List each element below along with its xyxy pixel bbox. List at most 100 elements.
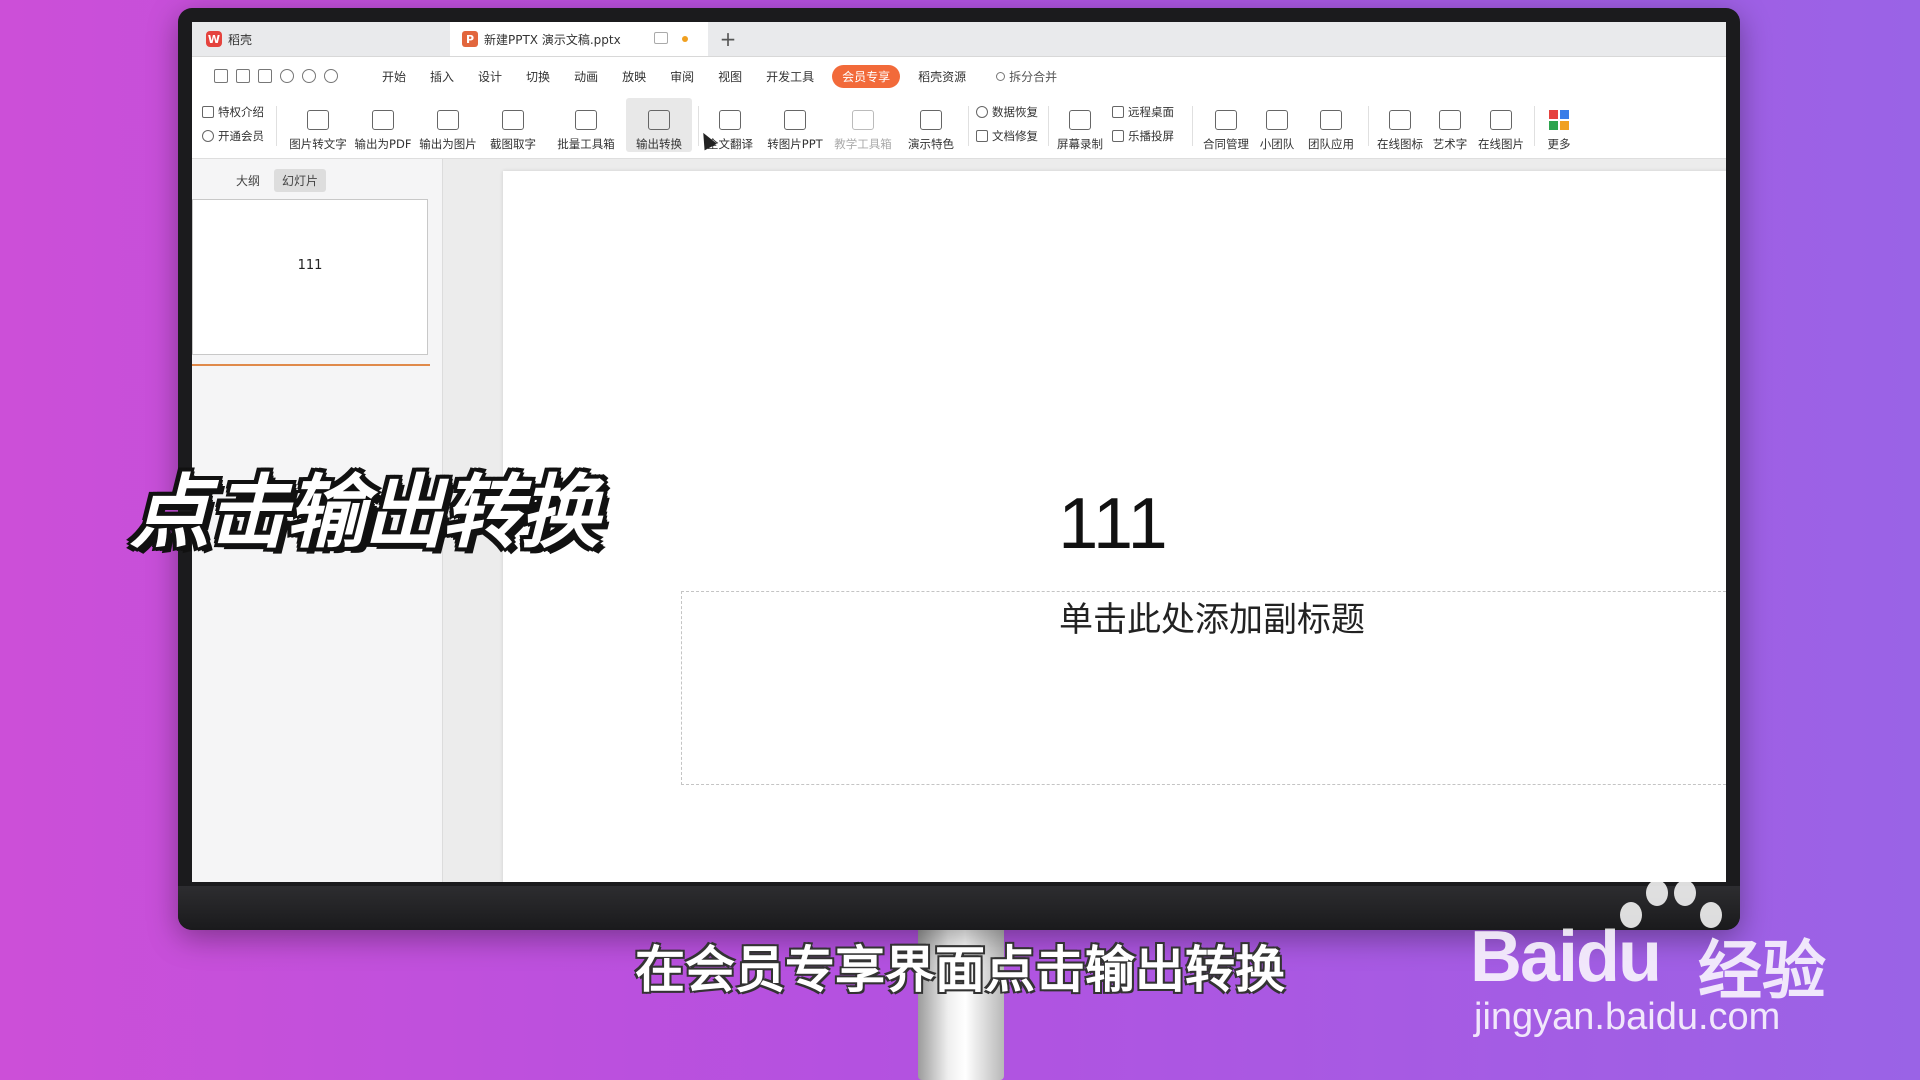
- menu-search[interactable]: 拆分合并: [978, 68, 1057, 85]
- image-ppt-icon: [784, 110, 806, 130]
- word-art-button[interactable]: 艺术字: [1430, 98, 1470, 152]
- watermark-url: jingyan.baidu.com: [1474, 996, 1781, 1038]
- cast-icon: [1112, 130, 1124, 142]
- team-apps-button[interactable]: 团队应用: [1302, 98, 1360, 152]
- repair-icon: [976, 130, 988, 142]
- export-image-label: 输出为图片: [419, 137, 477, 151]
- to-image-ppt-label: 转图片PPT: [767, 137, 823, 151]
- teaching-toolbox-button[interactable]: 教学工具箱: [832, 98, 894, 152]
- recovery-icon: [976, 106, 988, 118]
- menu-search-label: 拆分合并: [1009, 69, 1058, 84]
- word-art-label: 艺术字: [1432, 137, 1468, 151]
- online-image-icon: [1490, 110, 1512, 130]
- screen-record-label: 屏幕录制: [1057, 137, 1103, 151]
- team-apps-label: 团队应用: [1308, 137, 1354, 151]
- slide-thumbnail-text: 111: [297, 258, 323, 273]
- batch-toolbox-button[interactable]: 批量工具箱: [552, 98, 620, 152]
- comment-icon[interactable]: [654, 32, 668, 44]
- screen-cast-button[interactable]: 乐播投屏: [1112, 128, 1174, 144]
- watermark-brand-bai: Bai: [1470, 917, 1578, 997]
- privilege-intro-label: 特权介绍: [218, 105, 264, 119]
- data-recovery-button[interactable]: 数据恢复: [976, 104, 1038, 120]
- screenshot-ocr-button[interactable]: 截图取字: [484, 98, 542, 152]
- batch-toolbox-label: 批量工具箱: [557, 137, 615, 151]
- menu-start[interactable]: 开始: [370, 68, 418, 85]
- small-team-button[interactable]: 小团队: [1256, 98, 1298, 152]
- screen-record-icon: [1069, 110, 1091, 130]
- document-icon: [202, 106, 214, 118]
- slide-title[interactable]: 111: [503, 483, 1723, 565]
- slide[interactable]: 111 单击此处添加副标题: [503, 171, 1726, 882]
- menu-transition[interactable]: 切换: [514, 68, 562, 85]
- slide-thumbnail[interactable]: 111: [192, 199, 428, 355]
- menu-member-exclusive[interactable]: 会员专享: [832, 64, 901, 88]
- image-icon: [437, 110, 459, 130]
- menu-slideshow[interactable]: 放映: [610, 68, 658, 85]
- to-image-ppt-button[interactable]: 转图片PPT: [764, 98, 826, 152]
- menu-bar: 开始 插入 设计 切换 动画 放映 审阅 视图 开发工具 会员专享 稻壳资源 拆…: [192, 56, 1726, 96]
- word-art-icon: [1439, 110, 1461, 130]
- ribbon-divider: [1192, 106, 1193, 146]
- tab-outline[interactable]: 大纲: [228, 169, 268, 192]
- small-team-label: 小团队: [1259, 137, 1295, 151]
- more-button[interactable]: 更多: [1542, 98, 1576, 152]
- export-image-button[interactable]: 输出为图片: [418, 98, 478, 152]
- slide-insert-marker: [192, 364, 430, 366]
- online-images-button[interactable]: 在线图片: [1474, 98, 1528, 152]
- open-membership-label: 开通会员: [218, 129, 264, 143]
- shapes-icon: [1389, 110, 1411, 130]
- presentation-features-label: 演示特色: [908, 137, 954, 151]
- contract-management-button[interactable]: 合同管理: [1200, 98, 1252, 152]
- tab-bar: W 稻壳 P 新建PPTX 演示文稿.pptx +: [192, 22, 1726, 57]
- text-capture-icon: [502, 110, 524, 130]
- output-convert-label: 输出转换: [636, 137, 682, 151]
- print-icon[interactable]: [258, 69, 272, 83]
- remote-desktop-button[interactable]: 远程桌面: [1112, 104, 1174, 120]
- image-to-text-label: 图片转文字: [289, 137, 347, 151]
- ribbon-divider: [1048, 106, 1049, 146]
- contract-management-label: 合同管理: [1203, 137, 1249, 151]
- output-convert-button[interactable]: 输出转换: [626, 98, 692, 152]
- new-tab-button[interactable]: +: [708, 22, 748, 56]
- image-to-text-icon: [307, 110, 329, 130]
- translate-icon: [719, 110, 741, 130]
- ppt-file-icon: P: [462, 31, 478, 47]
- tab-document[interactable]: P 新建PPTX 演示文稿.pptx: [450, 22, 708, 56]
- tab-slides[interactable]: 幻灯片: [274, 169, 327, 192]
- menu-review[interactable]: 审阅: [658, 68, 706, 85]
- remote-desktop-label: 远程桌面: [1128, 105, 1174, 119]
- export-pdf-button[interactable]: 输出为PDF: [354, 98, 412, 152]
- menu-animation[interactable]: 动画: [562, 68, 610, 85]
- ribbon-divider: [1534, 106, 1535, 146]
- menu-docer-resources[interactable]: 稻壳资源: [906, 68, 978, 85]
- baidu-watermark: Baidu 经验 jingyan.baidu.com: [1470, 880, 1910, 1040]
- team-apps-icon: [1320, 110, 1342, 130]
- menu-design[interactable]: 设计: [466, 68, 514, 85]
- redo-icon[interactable]: [324, 69, 338, 83]
- doc-repair-button[interactable]: 文档修复: [976, 128, 1038, 144]
- preview-icon[interactable]: [280, 69, 294, 83]
- presentation-features-button[interactable]: 演示特色: [900, 98, 962, 152]
- tab-home[interactable]: W 稻壳: [192, 22, 450, 56]
- save-icon[interactable]: [214, 69, 228, 83]
- screen-record-button[interactable]: 屏幕录制: [1054, 98, 1106, 152]
- remote-desktop-icon: [1112, 106, 1124, 118]
- wps-logo-icon: W: [206, 31, 222, 47]
- subtitle-placeholder-text: 单击此处添加副标题: [1059, 601, 1365, 639]
- unsaved-dot-icon: [682, 36, 688, 42]
- menu-insert[interactable]: 插入: [418, 68, 466, 85]
- subtitle-placeholder[interactable]: 单击此处添加副标题: [681, 591, 1726, 785]
- export-icon[interactable]: [236, 69, 250, 83]
- online-icons-button[interactable]: 在线图标: [1374, 98, 1426, 152]
- star-slide-icon: [920, 110, 942, 130]
- watermark-brand: Baidu: [1470, 916, 1662, 998]
- more-label: 更多: [1547, 137, 1571, 151]
- menu-developer[interactable]: 开发工具: [754, 68, 826, 85]
- apps-grid-icon: [1549, 110, 1569, 130]
- menu-view[interactable]: 视图: [706, 68, 754, 85]
- image-to-text-button[interactable]: 图片转文字: [288, 98, 348, 152]
- privilege-intro-button[interactable]: 特权介绍: [202, 104, 264, 120]
- open-membership-button[interactable]: 开通会员: [202, 128, 264, 144]
- contract-icon: [1215, 110, 1237, 130]
- undo-icon[interactable]: [302, 69, 316, 83]
